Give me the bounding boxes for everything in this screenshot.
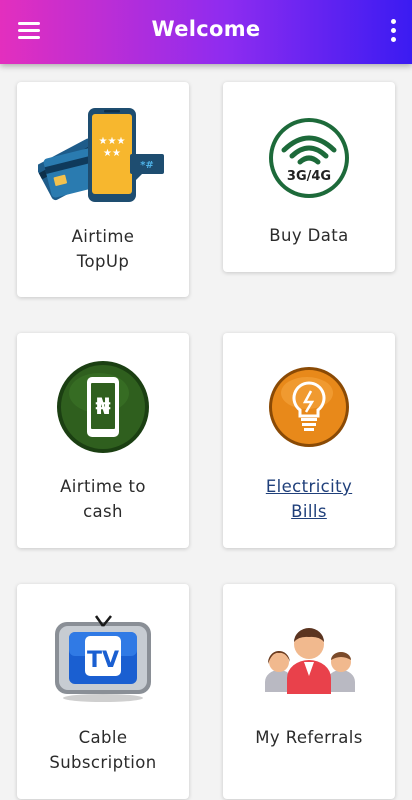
card-buy-data[interactable]: 3G/4G Buy Data <box>223 82 395 272</box>
tv-icon: TV <box>55 615 151 702</box>
icon-text: TV <box>87 648 119 673</box>
naira-phone-icon: ₦ <box>57 361 149 453</box>
svg-text:★★★: ★★★ <box>99 136 126 147</box>
people-group-icon <box>265 628 355 694</box>
page-title: Welcome <box>151 17 261 41</box>
card-label: Electricity Bills <box>265 477 353 521</box>
card-label: Airtime TopUp <box>71 227 135 271</box>
card-airtime-to-cash[interactable]: ₦ Airtime to cash <box>17 333 189 548</box>
card-label: My Referrals <box>255 728 363 747</box>
card-airtime-topup[interactable]: ★★★ ★★ *# Airtime TopUp <box>17 82 189 297</box>
more-vertical-icon[interactable] <box>388 16 400 44</box>
app-bar: Welcome <box>0 0 412 64</box>
lightbulb-icon <box>269 367 349 447</box>
card-label: Airtime to cash <box>60 477 146 521</box>
card-electricity-bills[interactable]: Electricity Bills <box>223 333 395 548</box>
phone-card-icon: ★★★ ★★ *# <box>38 108 164 202</box>
card-label: Cable Subscription <box>49 728 157 772</box>
icon-text: ₦ <box>95 395 110 420</box>
icon-text: 3G/4G <box>287 169 331 184</box>
card-cable-subscription[interactable]: TV Cable Subscription <box>17 584 189 799</box>
3g-4g-wifi-icon: 3G/4G <box>269 118 349 198</box>
svg-text:★★: ★★ <box>103 148 121 159</box>
card-my-referrals[interactable]: My Referrals <box>223 584 395 799</box>
svg-text:*#: *# <box>140 160 154 171</box>
card-label: Buy Data <box>269 226 349 245</box>
